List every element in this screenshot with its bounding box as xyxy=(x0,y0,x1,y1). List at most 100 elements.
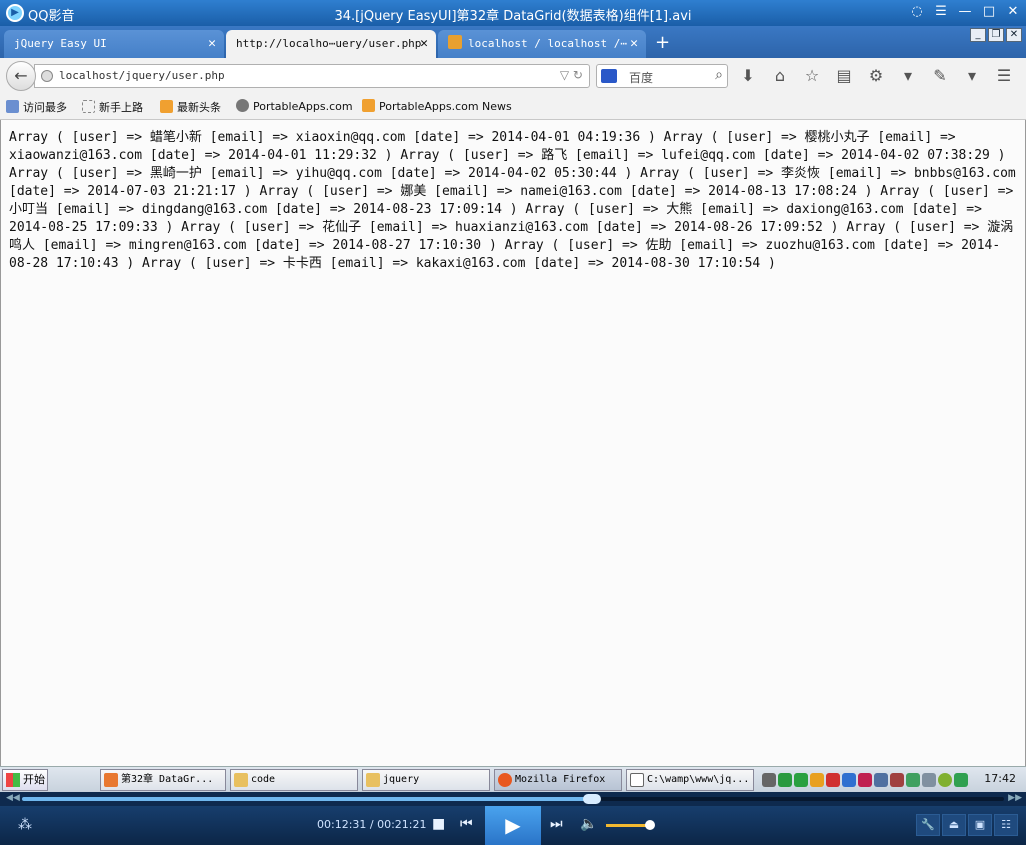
fast-forward-icon[interactable]: ▶▶ xyxy=(1008,793,1022,803)
taskbar-item-player[interactable]: 第32章 DataGr... xyxy=(100,769,226,791)
taskbar-item-firefox[interactable]: Mozilla Firefox xyxy=(494,769,622,791)
globe-icon xyxy=(41,70,53,82)
tab-close-icon[interactable]: ✕ xyxy=(420,30,428,58)
extension-icon[interactable]: ✎ xyxy=(930,66,950,85)
tray-app-icon[interactable] xyxy=(778,773,792,787)
tab-close-icon[interactable]: ✕ xyxy=(630,30,638,58)
time-display: 00:12:31 / 00:21:21 xyxy=(317,818,427,831)
home-icon[interactable]: ⌂ xyxy=(770,66,790,85)
keyboard-icon[interactable] xyxy=(762,773,776,787)
folder-icon xyxy=(366,773,380,787)
player-chat-icon[interactable]: ◌ xyxy=(908,3,926,21)
volume-thumb[interactable] xyxy=(645,820,655,830)
firefox-icon xyxy=(498,773,512,787)
reading-list-icon[interactable]: ▤ xyxy=(834,66,854,85)
volume-icon[interactable]: 🔈 xyxy=(580,816,597,832)
bookmark-star-icon[interactable]: ☆ xyxy=(802,66,822,85)
stop-button[interactable]: ■ xyxy=(432,816,445,832)
player-close-button[interactable]: ✕ xyxy=(1004,3,1022,21)
taskbar-item-code-folder[interactable]: code xyxy=(230,769,358,791)
most-visited-icon xyxy=(6,100,19,113)
rss-icon xyxy=(362,99,375,112)
dropdown-chevron-icon[interactable]: ▾ xyxy=(962,66,982,85)
taskbar-item-explorer-path[interactable]: C:\wamp\www\jq... xyxy=(626,769,754,791)
previous-button[interactable]: ⏮ xyxy=(460,816,473,832)
dropdown-chevron-icon[interactable]: ▾ xyxy=(898,66,918,85)
tray-app-icon[interactable] xyxy=(890,773,904,787)
chart-icon[interactable] xyxy=(842,773,856,787)
browser-minimize-button[interactable]: _ xyxy=(970,28,986,42)
player-app-name: QQ影音 xyxy=(28,9,75,24)
clock: 17:42 xyxy=(984,772,1016,785)
player-maximize-button[interactable]: □ xyxy=(980,3,998,21)
shield-icon[interactable] xyxy=(858,773,872,787)
player-minimize-button[interactable]: — xyxy=(956,3,974,21)
bookmark-latest-headlines[interactable]: 最新头条 xyxy=(160,99,221,115)
rss-icon xyxy=(160,100,173,113)
network-icon[interactable] xyxy=(874,773,888,787)
download-icon[interactable]: ⬇ xyxy=(738,66,758,85)
play-button[interactable]: ▶ xyxy=(485,806,541,845)
player-controls: ⁂ 00:12:31 / 00:21:21 ■ ⏮ ▶ ⏭ 🔈 🔧 ⏏ ▣ ☷ xyxy=(0,806,1026,845)
seek-thumb[interactable] xyxy=(582,794,601,804)
phpmyadmin-icon xyxy=(448,35,462,49)
addon-gear-icon[interactable]: ⚙ xyxy=(866,66,886,85)
baidu-engine-icon[interactable] xyxy=(601,69,617,83)
search-input[interactable]: 百度 xyxy=(629,69,653,86)
url-bar[interactable]: localhost/jquery/user.php ▽ ↻ xyxy=(34,64,590,88)
search-icon[interactable]: ⌕ xyxy=(715,67,723,83)
playlist-icon[interactable]: ☷ xyxy=(994,814,1018,836)
tray-app-icon[interactable] xyxy=(906,773,920,787)
rewind-icon[interactable]: ◀◀ xyxy=(6,793,20,803)
wrench-icon[interactable]: 🔧 xyxy=(916,814,940,836)
qq-icon[interactable] xyxy=(810,773,824,787)
player-task-icon xyxy=(104,773,118,787)
tab-close-icon[interactable]: ✕ xyxy=(208,30,216,58)
tab-label: http://localho⋯uery/user.php xyxy=(236,37,422,50)
screen-icon[interactable]: ▣ xyxy=(968,814,992,836)
bookmark-portableapps[interactable]: PortableApps.com xyxy=(236,99,353,113)
player-menu-icon[interactable]: ☰ xyxy=(932,3,950,21)
volume-tray-icon[interactable] xyxy=(922,773,936,787)
page-content: Array ( [user] => 蜡笔小新 [email] => xiaoxi… xyxy=(0,120,1026,766)
footprint-icon[interactable]: ⁂ xyxy=(18,817,32,833)
navigation-toolbar: localhost/jquery/user.php ▽ ↻ ← 百度 ⌕ ⬇ ⌂… xyxy=(0,58,1026,94)
url-text[interactable]: localhost/jquery/user.php xyxy=(59,69,225,82)
bookmarks-toolbar: 访问最多 新手上路 最新头条 PortableApps.com Portable… xyxy=(0,94,1026,120)
player-file-title: 34.[jQuery EasyUI]第32章 DataGrid(数据表格)组件[… xyxy=(334,9,692,24)
browser-restore-button[interactable]: ❐ xyxy=(988,28,1004,42)
taskbar-item-jquery-folder[interactable]: jquery xyxy=(362,769,490,791)
browser-close-button[interactable]: ✕ xyxy=(1006,28,1022,42)
tab-phpmyadmin[interactable]: localhost / localhost /⋯ ✕ xyxy=(438,30,646,58)
seek-progress xyxy=(22,797,592,801)
tray-app-icon[interactable] xyxy=(794,773,808,787)
reload-icon[interactable]: ▽ ↻ xyxy=(560,68,583,82)
bookmark-portableapps-news[interactable]: PortableApps.com News xyxy=(362,99,512,113)
window-icon xyxy=(630,773,644,787)
tray-app-icon[interactable] xyxy=(826,773,840,787)
next-button[interactable]: ⏭ xyxy=(550,816,563,832)
menu-hamburger-icon[interactable]: ☰ xyxy=(994,66,1014,85)
new-tab-button[interactable]: + xyxy=(655,32,670,53)
browser-tab-strip: jQuery Easy UI ✕ http://localho⋯uery/use… xyxy=(0,26,1026,58)
tray-app-icon[interactable] xyxy=(938,773,952,787)
folder-icon xyxy=(234,773,248,787)
tab-user-php[interactable]: http://localho⋯uery/user.php ✕ xyxy=(226,30,436,58)
tab-label: localhost / localhost /⋯ xyxy=(468,37,627,50)
security-shield-icon[interactable] xyxy=(954,773,968,787)
player-title-bar: ▶ QQ影音 34.[jQuery EasyUI]第32章 DataGrid(数… xyxy=(0,0,1026,26)
seek-bar[interactable] xyxy=(22,794,1004,804)
player-seek-row: ◀◀ ▶▶ xyxy=(0,792,1026,806)
qq-player-logo-icon: ▶ xyxy=(6,4,24,22)
search-bar[interactable]: 百度 ⌕ xyxy=(596,64,728,88)
bookmark-getting-started[interactable]: 新手上路 xyxy=(82,99,143,115)
back-button[interactable]: ← xyxy=(6,61,36,91)
php-array-output: Array ( [user] => 蜡笔小新 [email] => xiaoxi… xyxy=(9,130,1016,271)
start-button[interactable]: 开始 xyxy=(2,769,48,791)
tab-label: jQuery Easy UI xyxy=(14,37,107,50)
tab-jquery-easy-ui[interactable]: jQuery Easy UI ✕ xyxy=(4,30,224,58)
bookmark-most-visited[interactable]: 访问最多 xyxy=(6,99,67,115)
eject-icon[interactable]: ⏏ xyxy=(942,814,966,836)
windows-logo-icon xyxy=(6,773,20,787)
page-icon xyxy=(82,100,95,113)
